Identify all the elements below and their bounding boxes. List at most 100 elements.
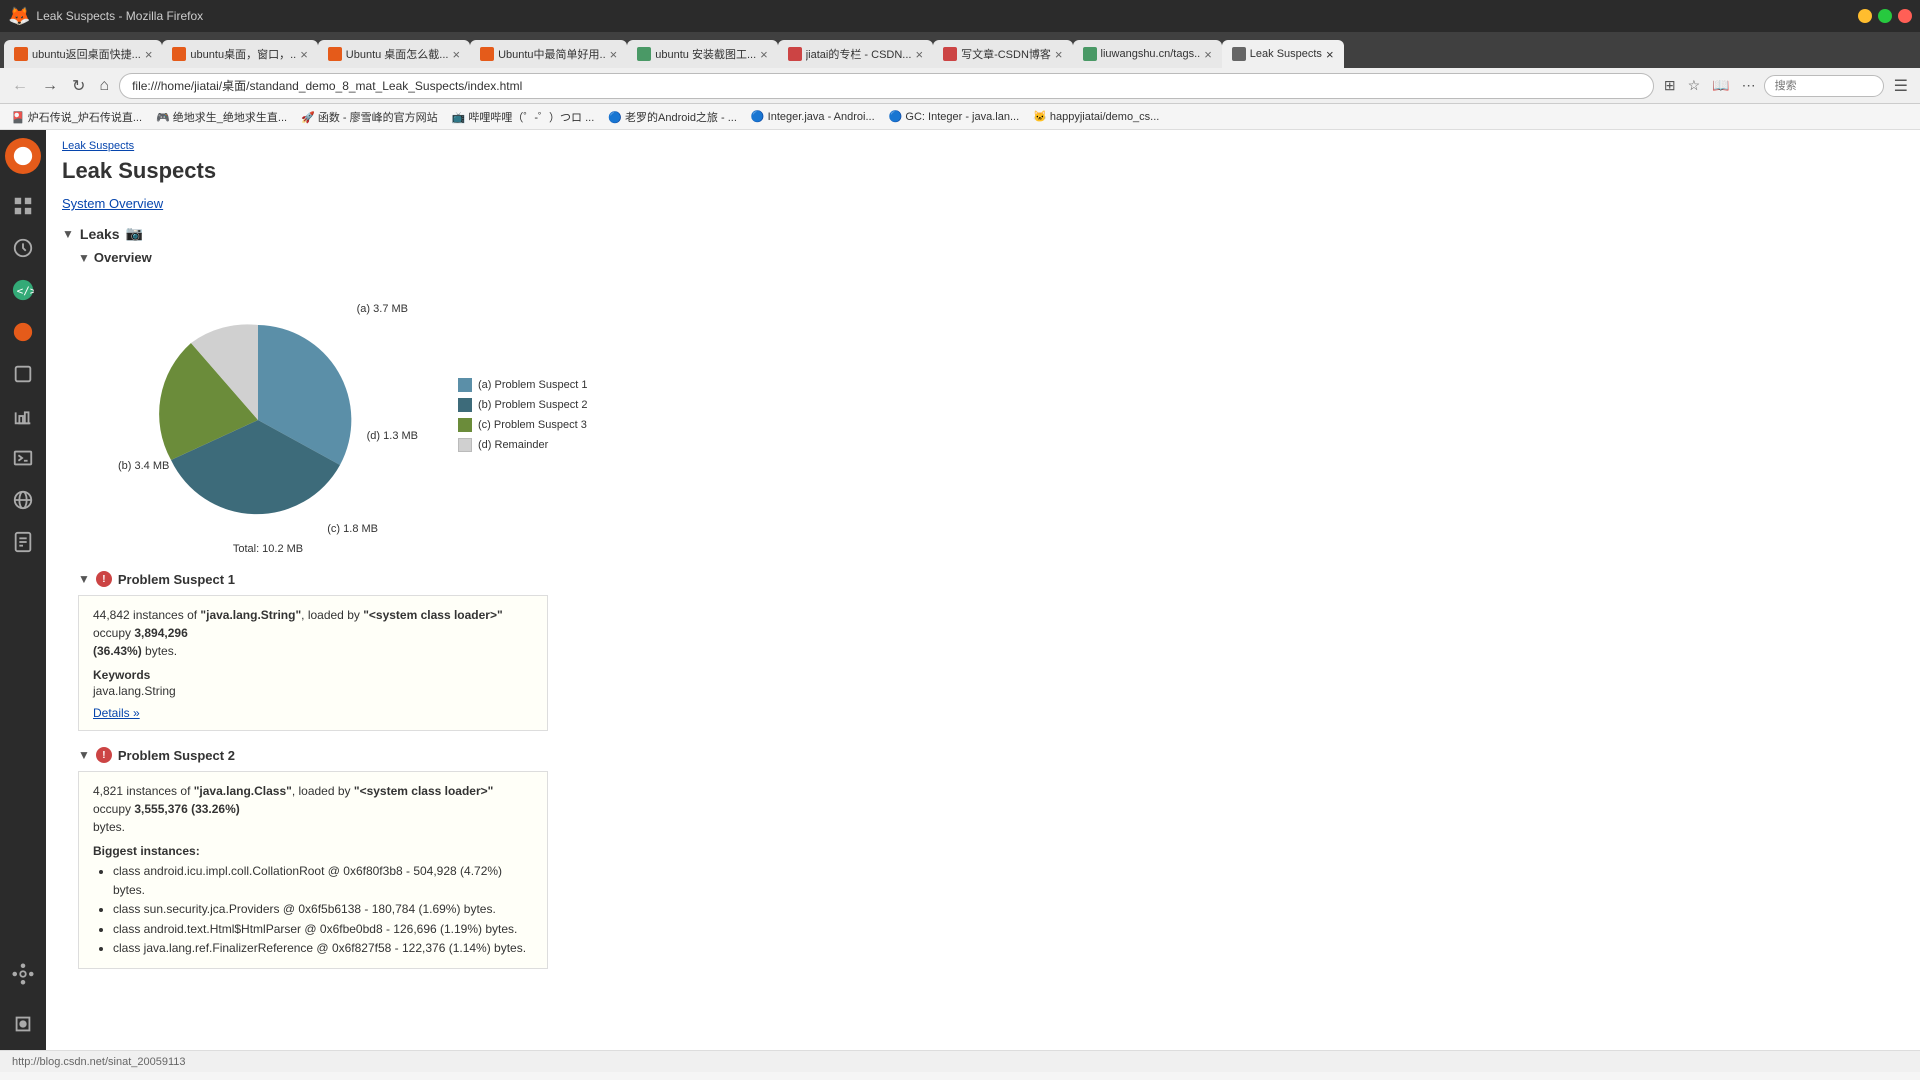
- tab-close-5[interactable]: ×: [760, 48, 768, 61]
- bookmark-integer[interactable]: 🔵 Integer.java - Androi...: [748, 109, 878, 124]
- bookmark-哔哩哔哩[interactable]: 📺 哔哩哔哩（゜-゜）つロ ...: [449, 108, 598, 126]
- sidebar-icon-globe[interactable]: [5, 482, 41, 518]
- tab-close-4[interactable]: ×: [610, 48, 618, 61]
- sidebar-icon-code[interactable]: </>: [5, 272, 41, 308]
- p1-bytes: 3,894,296: [134, 626, 187, 640]
- extensions-button[interactable]: ⊞: [1660, 75, 1680, 96]
- problem-1-toggle[interactable]: ▼: [78, 572, 90, 586]
- overview-toggle-icon[interactable]: ▼: [78, 251, 90, 265]
- close-button[interactable]: [1898, 9, 1912, 23]
- menu-button[interactable]: ☰: [1890, 74, 1912, 98]
- navigation-bar: ← → ↻ ⌂ ⊞ ☆ 📖 ⋯ ☰: [0, 68, 1920, 104]
- legend-label-b: (b) Problem Suspect 2: [478, 399, 587, 411]
- sidebar-icon-8[interactable]: [5, 956, 41, 992]
- chart-area: (a) 3.7 MB (b) 3.4 MB (c) 1.8 MB (d) 1.3…: [118, 275, 1904, 555]
- bookmark-函数[interactable]: 🚀 函数 - 廖雪峰的官方网站: [298, 108, 441, 126]
- p2-loader: "<system class loader>": [354, 784, 493, 798]
- p1-mid: , loaded by: [301, 608, 363, 622]
- tab-close-7[interactable]: ×: [1055, 48, 1063, 61]
- maximize-button[interactable]: [1878, 9, 1892, 23]
- pie-label-b: (b) 3.4 MB: [118, 460, 169, 472]
- problem-2-box: 4,821 instances of "java.lang.Class", lo…: [78, 771, 548, 969]
- tab-label-2: ubuntu桌面，窗口，..: [190, 46, 296, 62]
- p1-end: bytes.: [142, 644, 177, 658]
- sidebar-icon-5[interactable]: [5, 398, 41, 434]
- problem-2-description: 4,821 instances of "java.lang.Class", lo…: [93, 782, 533, 836]
- reload-button[interactable]: ↻: [68, 74, 89, 98]
- back-button[interactable]: ←: [8, 75, 32, 97]
- problem-1-header[interactable]: ▼ ! Problem Suspect 1: [78, 571, 1904, 587]
- leaks-section-header[interactable]: ▼ Leaks 📷: [62, 225, 1904, 242]
- tab-3[interactable]: Ubuntu 桌面怎么截... ×: [318, 40, 470, 68]
- forward-button[interactable]: →: [38, 75, 62, 97]
- system-overview-link[interactable]: System Overview: [62, 196, 163, 211]
- tab-6[interactable]: jiatai的专栏 - CSDN... ×: [778, 40, 933, 68]
- breadcrumb-link[interactable]: Leak Suspects: [62, 140, 134, 152]
- problem-2-toggle[interactable]: ▼: [78, 748, 90, 762]
- legend-item-b: (b) Problem Suspect 2: [458, 398, 587, 412]
- tab-close-1[interactable]: ×: [145, 48, 153, 61]
- legend-color-b: [458, 398, 472, 412]
- p1-loader: "<system class loader>": [363, 608, 502, 622]
- p2-prefix: 4,821 instances of: [93, 784, 194, 798]
- bookmark-happyjiatai[interactable]: 🐱 happyjiatai/demo_cs...: [1030, 109, 1162, 124]
- tab-5[interactable]: ubuntu 安装截图工... ×: [627, 40, 777, 68]
- sidebar-icon-3[interactable]: [5, 314, 41, 350]
- more-button[interactable]: ⋯: [1738, 75, 1760, 96]
- tab-8[interactable]: liuwangshu.cn/tags.. ×: [1073, 40, 1222, 68]
- leaks-section-title: Leaks: [80, 226, 120, 242]
- sidebar-icon-terminal[interactable]: [5, 440, 41, 476]
- problem-2-header[interactable]: ▼ ! Problem Suspect 2: [78, 747, 1904, 763]
- tab-9-leak-suspects[interactable]: Leak Suspects ×: [1222, 40, 1344, 68]
- url-bar[interactable]: [119, 73, 1654, 99]
- leaks-toggle-icon[interactable]: ▼: [62, 227, 74, 241]
- sidebar-icon-2[interactable]: [5, 230, 41, 266]
- search-input[interactable]: [1764, 75, 1884, 97]
- legend-item-a: (a) Problem Suspect 1: [458, 378, 587, 392]
- tab-close-6[interactable]: ×: [915, 48, 923, 61]
- legend-label-d: (d) Remainder: [478, 439, 548, 451]
- bookmark-绝地求生[interactable]: 🎮 绝地求生_绝地求生直...: [153, 108, 290, 126]
- sidebar-icon-7[interactable]: [5, 524, 41, 560]
- tab-2[interactable]: ubuntu桌面，窗口，.. ×: [162, 40, 317, 68]
- bookmark-老罗[interactable]: 🔵 老罗的Android之旅 - ...: [605, 108, 740, 126]
- p1-prefix: 44,842 instances of: [93, 608, 200, 622]
- overview-title: Overview: [94, 250, 152, 265]
- tab-label-1: ubuntu返回桌面快捷...: [32, 46, 141, 62]
- tab-label-7: 写文章-CSDN博客: [961, 46, 1051, 62]
- sidebar-icon-4[interactable]: [5, 356, 41, 392]
- p2-suffix: occupy: [93, 802, 134, 816]
- tab-close-8[interactable]: ×: [1204, 48, 1212, 61]
- p2-mid: , loaded by: [292, 784, 354, 798]
- reading-mode-button[interactable]: 📖: [1708, 75, 1733, 96]
- problem-2-title: Problem Suspect 2: [118, 748, 235, 763]
- minimize-button[interactable]: [1858, 9, 1872, 23]
- tab-close-3[interactable]: ×: [452, 48, 460, 61]
- leaks-section: ▼ Leaks 📷 ▼ Overview: [62, 225, 1904, 969]
- nav-actions: ⊞ ☆ 📖 ⋯: [1660, 75, 1884, 97]
- tab-1[interactable]: ubuntu返回桌面快捷... ×: [4, 40, 162, 68]
- pie-label-c: (c) 1.8 MB: [327, 523, 378, 535]
- pie-chart-svg: [118, 275, 398, 555]
- sidebar-firefox-icon[interactable]: [5, 138, 41, 174]
- tab-close-9[interactable]: ×: [1326, 48, 1334, 61]
- sidebar-icon-1[interactable]: [5, 188, 41, 224]
- tab-favicon-6: [788, 47, 802, 61]
- p1-details-link[interactable]: Details »: [93, 706, 140, 720]
- tab-7[interactable]: 写文章-CSDN博客 ×: [933, 40, 1072, 68]
- tab-close-2[interactable]: ×: [300, 48, 308, 61]
- home-button[interactable]: ⌂: [95, 75, 113, 97]
- bookmark-炉石[interactable]: 🎴 炉石传说_炉石传说直...: [8, 108, 145, 126]
- bookmark-button[interactable]: ☆: [1684, 75, 1705, 96]
- bookmark-gc[interactable]: 🔵 GC: Integer - java.lan...: [886, 109, 1022, 124]
- problem-1-title: Problem Suspect 1: [118, 572, 235, 587]
- p2-instance-4: class java.lang.ref.FinalizerReference @…: [113, 939, 533, 958]
- overview-header[interactable]: ▼ Overview: [78, 250, 1904, 265]
- sidebar-icon-9[interactable]: [5, 1006, 41, 1042]
- tab-favicon-8: [1083, 47, 1097, 61]
- tab-favicon-1: [14, 47, 28, 61]
- legend-item-d: (d) Remainder: [458, 438, 587, 452]
- p2-instance-3: class android.text.Html$HtmlParser @ 0x6…: [113, 920, 533, 939]
- page-title: Leak Suspects: [62, 158, 1904, 184]
- tab-4[interactable]: Ubuntu中最简单好用.. ×: [470, 40, 627, 68]
